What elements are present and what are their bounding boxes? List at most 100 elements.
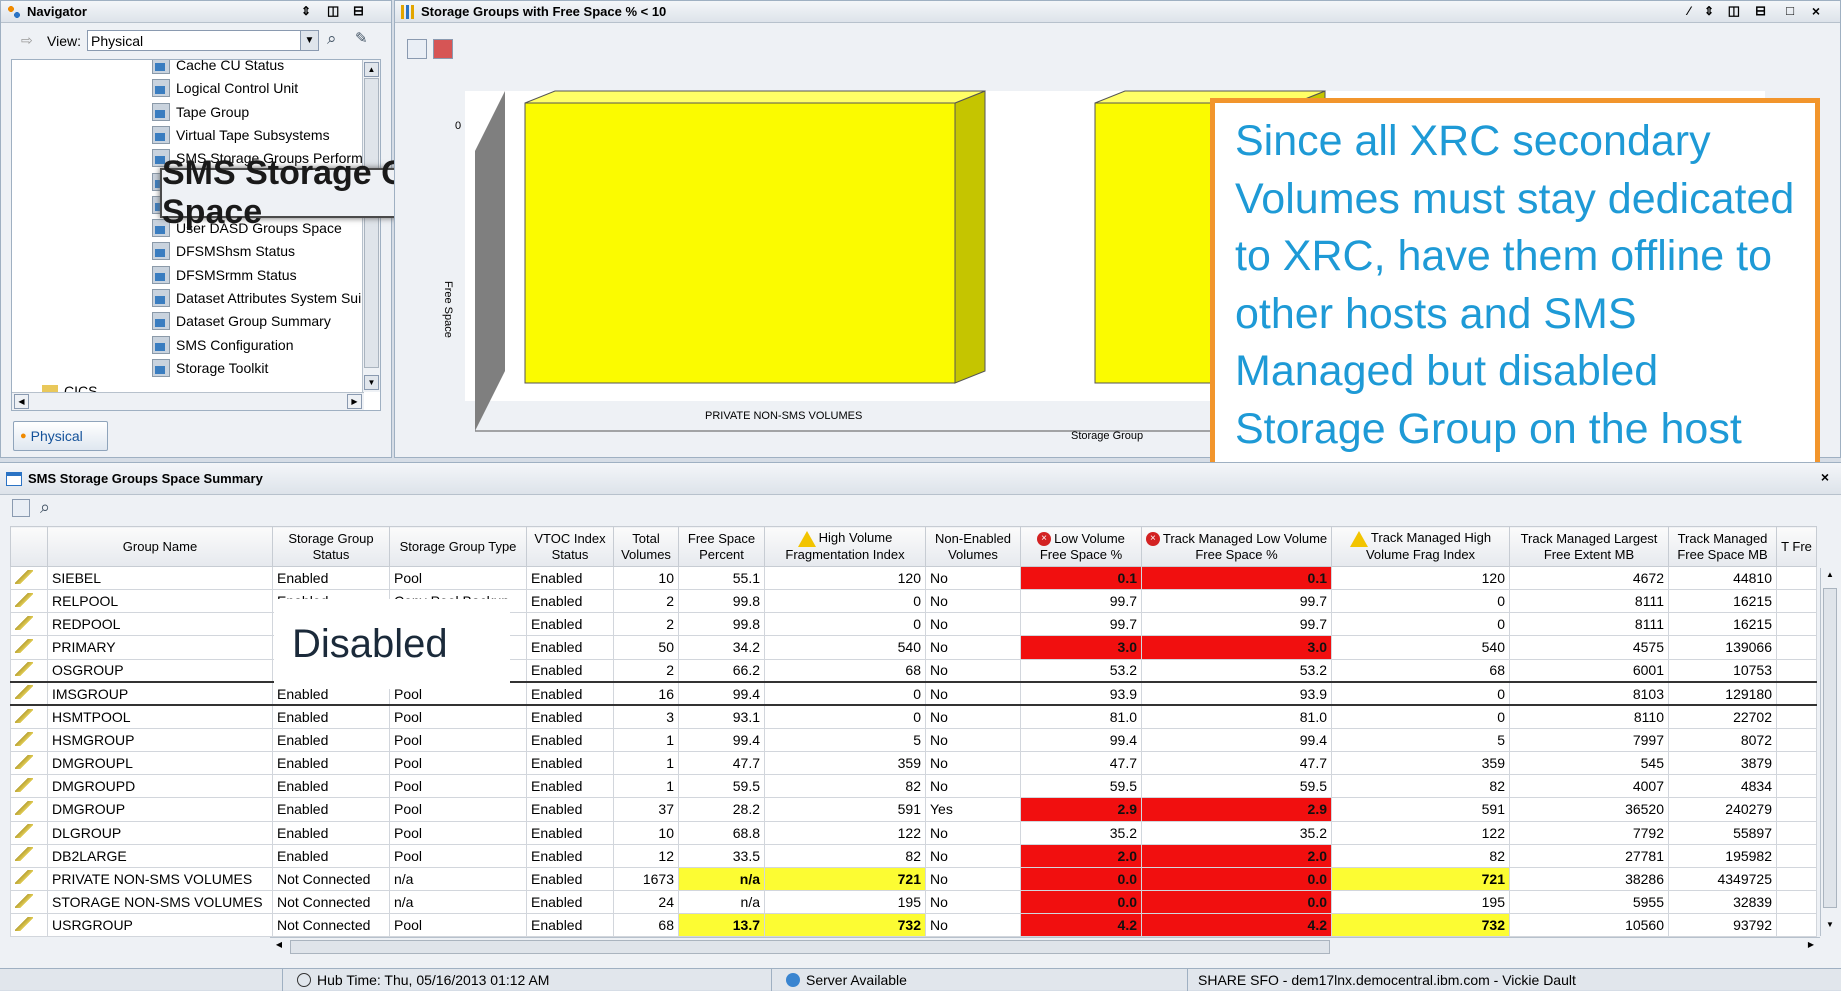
link-icon: [15, 569, 33, 584]
cell-tmfree: 139066: [1668, 635, 1777, 660]
table-scroll-up-icon[interactable]: ▲: [1823, 570, 1837, 584]
summary-refresh-button[interactable]: [12, 499, 30, 517]
row-icon-cell[interactable]: [10, 681, 48, 707]
table-row[interactable]: USRGROUP Not Connected Pool Enabled 68 13.7 73…: [10, 913, 1817, 938]
row-icon-cell[interactable]: [10, 635, 48, 660]
row-icon-cell[interactable]: [10, 820, 48, 845]
summary-search-icon[interactable]: ⌕: [40, 497, 50, 518]
column-header[interactable]: Non-Enabled Volumes: [925, 526, 1021, 567]
bar-front: [524, 102, 956, 384]
cell-tmlow: 59.5: [1141, 774, 1332, 799]
cell-tmfrag: 122: [1331, 820, 1510, 845]
edit-pencil-icon[interactable]: ⁄: [1688, 4, 1690, 18]
back-arrow-icon[interactable]: ⇨: [21, 32, 33, 49]
workspace-icon: [152, 358, 170, 377]
table-row[interactable]: DLGROUP Enabled Pool Enabled 10 68.8 122 No 35.2…: [10, 820, 1817, 845]
cell-tmfree: 4349725: [1668, 866, 1777, 891]
cell-tmlarge: 4575: [1509, 635, 1669, 660]
cell-tmlow: 0.1: [1141, 565, 1332, 591]
column-header[interactable]: T Fre: [1776, 526, 1817, 567]
cell-name: SIEBEL: [47, 565, 273, 591]
row-icon-cell[interactable]: [10, 774, 48, 799]
tree-item[interactable]: Logical Control Unit: [152, 77, 298, 99]
cell-low: 0.1: [1020, 565, 1142, 591]
tree-item[interactable]: Dataset Group Summary: [152, 310, 331, 332]
table-scroll-right-icon[interactable]: ▶: [1804, 940, 1818, 954]
scroll-down-arrow-icon[interactable]: ▼: [364, 375, 379, 390]
table-row[interactable]: HSMTPOOL Enabled Pool Enabled 3 93.1 0 No 81.0 81…: [10, 704, 1817, 729]
table-vertical-scrollbar[interactable]: ▲ ▼: [1820, 568, 1839, 936]
chart-split-vertical-icon[interactable]: ◫: [1728, 3, 1740, 19]
column-header[interactable]: High Volume Fragmentation Index: [764, 526, 926, 567]
table-scroll-thumb[interactable]: [1823, 588, 1837, 908]
maximize-icon[interactable]: □: [1786, 3, 1794, 18]
tree-item[interactable]: Dataset Attributes System Sui: [152, 287, 361, 309]
tree-item[interactable]: Virtual Tape Subsystems: [152, 124, 330, 146]
row-icon-cell[interactable]: [10, 866, 48, 891]
row-icon-cell[interactable]: [10, 843, 48, 868]
table-row[interactable]: DMGROUPL Enabled Pool Enabled 1 47.7 359 No 47.7…: [10, 751, 1817, 776]
row-icon-cell[interactable]: [10, 727, 48, 753]
column-header[interactable]: VTOC Index Status: [526, 526, 614, 567]
navigator-split-horizontal-icon[interactable]: ⊟: [353, 3, 364, 19]
column-header[interactable]: Free Space Percent: [678, 526, 765, 567]
column-header[interactable]: × Track Managed Low Volume Free Space %: [1141, 526, 1332, 567]
edit-icon[interactable]: ✎: [355, 29, 368, 47]
row-icon-cell[interactable]: [10, 565, 48, 591]
navigator-split-vertical-icon[interactable]: ◫: [327, 3, 339, 19]
tree-item[interactable]: Tape Group: [152, 101, 249, 123]
column-header[interactable]: Track Managed Free Space MB: [1668, 526, 1777, 567]
table-horizontal-scrollbar[interactable]: ◀ ▶: [270, 937, 1820, 956]
table-row[interactable]: STORAGE NON-SMS VOLUMES Not Connected n/a E…: [10, 889, 1817, 915]
table-row[interactable]: DMGROUPD Enabled Pool Enabled 1 59.5 82 No 59.5 5…: [10, 774, 1817, 799]
column-header[interactable]: Track Managed High Volume Frag Index: [1331, 526, 1510, 567]
column-header[interactable]: Total Volumes: [613, 526, 679, 567]
row-icon-cell[interactable]: [10, 751, 48, 776]
column-header[interactable]: Storage Group Status: [272, 526, 390, 567]
tree-horizontal-scrollbar[interactable]: ◀ ▶: [12, 392, 364, 410]
cell-tmfrag: 732: [1331, 913, 1510, 938]
chart-sort-icon[interactable]: ⇕: [1704, 4, 1714, 18]
tree-item[interactable]: DFSMSrmm Status: [152, 264, 297, 286]
row-icon-cell[interactable]: [10, 913, 48, 938]
scroll-right-arrow-icon[interactable]: ▶: [347, 394, 362, 409]
cell-extra: [1776, 681, 1817, 707]
column-header[interactable]: Storage Group Type: [389, 526, 527, 567]
row-icon-cell[interactable]: [10, 589, 48, 614]
scroll-left-arrow-icon[interactable]: ◀: [14, 394, 29, 409]
table-row[interactable]: DB2LARGE Enabled Pool Enabled 12 33.5 82 No 2.0 2…: [10, 843, 1817, 868]
disabled-overlay-text: Disabled: [292, 621, 448, 666]
table-row[interactable]: DMGROUP Enabled Pool Enabled 37 28.2 591 Yes 2.9…: [10, 797, 1817, 822]
cell-tmlarge: 36520: [1509, 797, 1669, 822]
close-icon[interactable]: ×: [1812, 3, 1820, 19]
table-scroll-down-icon[interactable]: ▼: [1823, 920, 1837, 934]
tree-item[interactable]: DFSMShsm Status: [152, 240, 295, 262]
tree-item[interactable]: Cache CU Status: [152, 60, 284, 76]
search-icon[interactable]: ⌕: [327, 29, 337, 49]
chart-split-horizontal-icon[interactable]: ⊟: [1755, 3, 1766, 19]
column-header[interactable]: Track Managed Largest Free Extent MB: [1509, 526, 1669, 567]
physical-tab[interactable]: ● Physical: [13, 421, 108, 451]
row-icon-cell[interactable]: [10, 797, 48, 822]
summary-close-icon[interactable]: ×: [1821, 469, 1829, 485]
table-row[interactable]: PRIVATE NON-SMS VOLUMES Not Connected n/a E…: [10, 866, 1817, 891]
scroll-up-arrow-icon[interactable]: ▲: [364, 62, 379, 77]
cell-extra: [1776, 658, 1817, 683]
tree-item[interactable]: Storage Toolkit: [152, 357, 268, 379]
tree-item[interactable]: SMS Configuration: [152, 334, 294, 356]
row-icon-cell[interactable]: [10, 612, 48, 637]
row-icon-cell[interactable]: [10, 658, 48, 683]
cell-total: 3: [613, 704, 679, 729]
row-icon-cell[interactable]: [10, 889, 48, 915]
column-header[interactable]: Group Name: [47, 526, 273, 567]
column-header[interactable]: × Low Volume Free Space %: [1020, 526, 1142, 567]
cell-tmfrag: 721: [1331, 866, 1510, 891]
table-row[interactable]: SIEBEL Enabled Pool Enabled 10 55.1 120 No 0.1 0.…: [10, 565, 1817, 591]
table-row[interactable]: HSMGROUP Enabled Pool Enabled 1 99.4 5 No 99.4 99…: [10, 727, 1817, 753]
table-scroll-left-icon[interactable]: ◀: [272, 940, 286, 954]
row-icon-cell[interactable]: [10, 704, 48, 729]
view-select[interactable]: Physical ▼: [87, 30, 319, 51]
chevron-down-icon[interactable]: ▼: [300, 31, 318, 50]
navigator-sort-icon[interactable]: ⇕: [301, 4, 311, 18]
table-hscroll-thumb[interactable]: [290, 940, 1330, 954]
